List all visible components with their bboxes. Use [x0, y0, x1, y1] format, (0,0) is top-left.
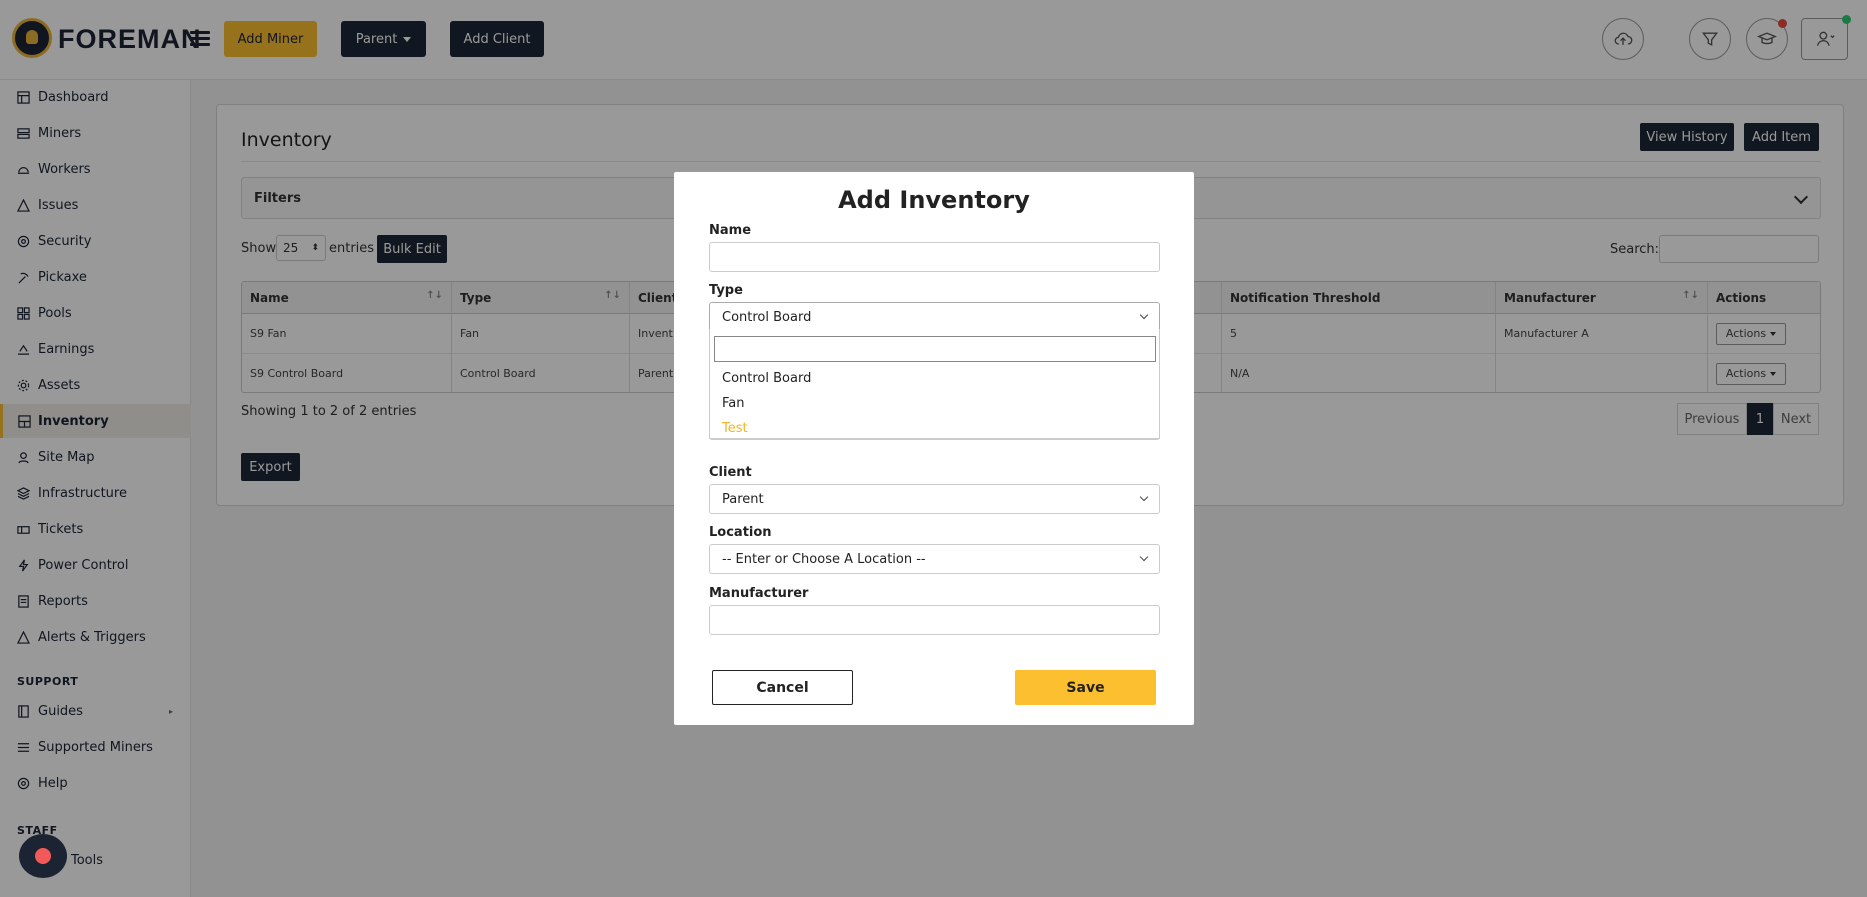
name-input[interactable]	[709, 242, 1160, 272]
manufacturer-input[interactable]	[709, 605, 1160, 635]
cancel-button[interactable]: Cancel	[712, 670, 853, 705]
add-inventory-modal: Add Inventory Name Type Control Board Co…	[674, 172, 1194, 725]
record-icon	[35, 848, 51, 864]
type-select[interactable]: Control Board	[709, 302, 1160, 332]
type-dropdown: Control Board Fan Test	[709, 329, 1160, 439]
chevron-down-icon	[1139, 310, 1149, 320]
location-label: Location	[709, 525, 772, 540]
manufacturer-label: Manufacturer	[709, 586, 809, 601]
save-button[interactable]: Save	[1015, 670, 1156, 705]
modal-title: Add Inventory	[838, 186, 1030, 214]
client-label: Client	[709, 465, 752, 480]
type-option-test[interactable]: Test	[722, 421, 748, 436]
chevron-down-icon	[1139, 552, 1149, 562]
type-option-control-board[interactable]: Control Board	[722, 371, 811, 386]
type-label: Type	[709, 283, 743, 298]
chat-widget-button[interactable]	[19, 834, 67, 878]
chevron-down-icon	[1139, 492, 1149, 502]
type-search-input[interactable]	[714, 336, 1156, 362]
location-select[interactable]: -- Enter or Choose A Location --	[709, 544, 1160, 574]
client-select[interactable]: Parent	[709, 484, 1160, 514]
type-option-fan[interactable]: Fan	[722, 396, 745, 411]
name-label: Name	[709, 223, 752, 238]
